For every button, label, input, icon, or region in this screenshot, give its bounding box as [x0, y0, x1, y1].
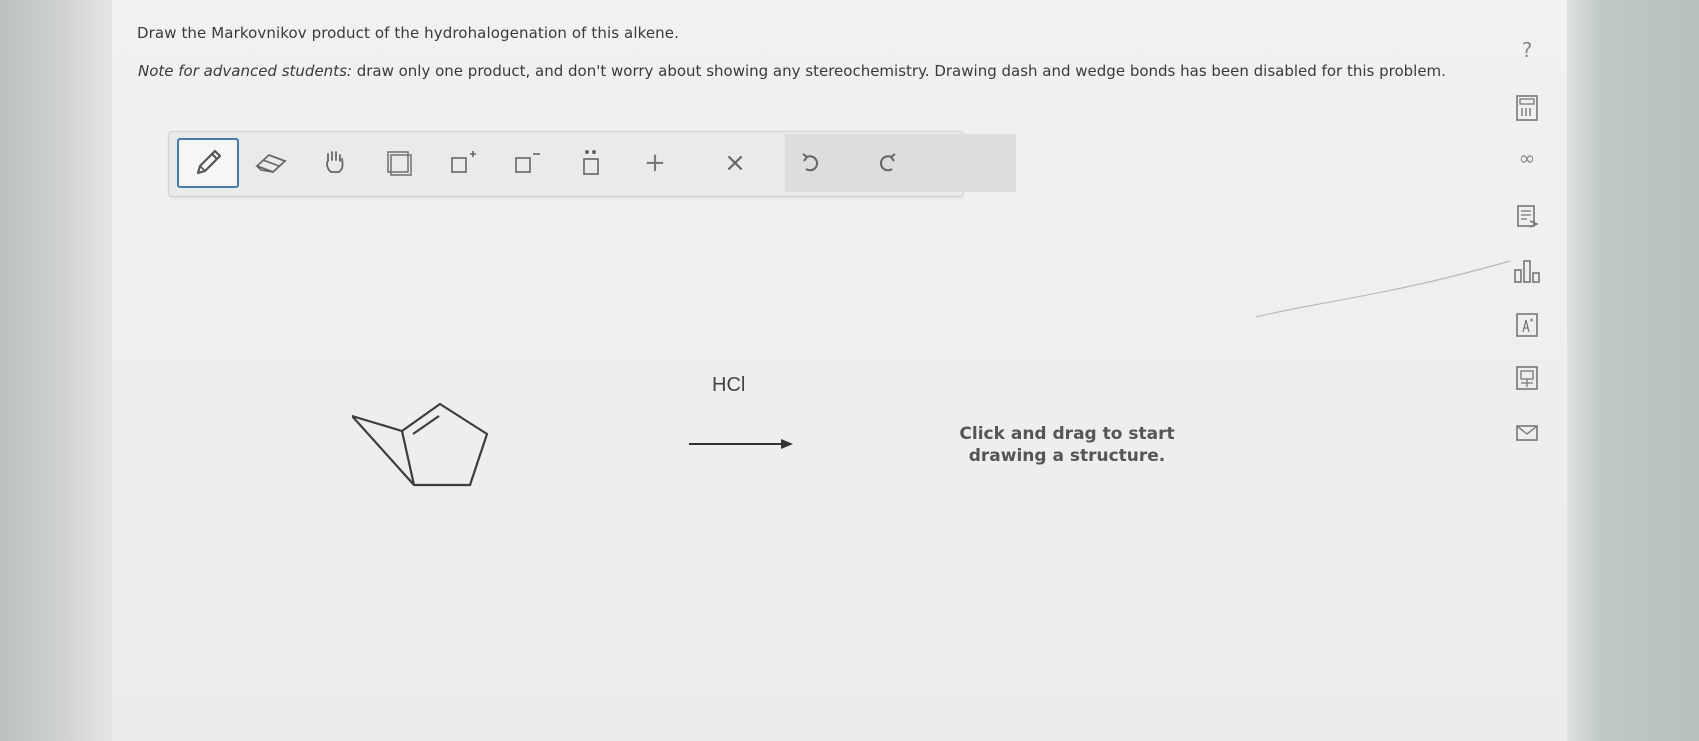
redo-icon [879, 153, 896, 172]
advanced-note: Note for advanced students: draw only on… [138, 62, 1498, 81]
lone-pair-icon [583, 150, 599, 175]
reaction-arrow [689, 439, 793, 449]
negative-charge-button[interactable] [497, 138, 557, 188]
mail-button[interactable] [1507, 422, 1547, 444]
stray-mark [1255, 260, 1511, 318]
pencil-icon [196, 149, 222, 175]
positive-charge-button[interactable] [433, 138, 493, 188]
plus-icon: + [644, 148, 666, 178]
undo-button[interactable] [781, 138, 841, 188]
periodic-link-button[interactable]: ∞ [1507, 146, 1547, 170]
template-icon [387, 151, 412, 176]
question-text: Draw the Markovnikov product of the hydr… [137, 24, 679, 42]
chart-button[interactable] [1507, 257, 1547, 285]
negative-charge-icon [515, 153, 540, 173]
alkene-structure [352, 402, 489, 487]
chart-icon [1514, 260, 1540, 283]
mail-icon [1516, 425, 1538, 441]
question-panel: Draw the Markovnikov product of the hydr… [112, 0, 1567, 741]
book-button[interactable] [1507, 203, 1547, 231]
periodic-table-icon [1516, 313, 1538, 337]
hand-icon [326, 151, 344, 173]
drawing-canvas-hint[interactable]: Click and drag to start drawing a struct… [922, 423, 1212, 467]
reagent-label: HCl [712, 374, 746, 396]
reference-icon [1516, 366, 1538, 390]
note-text: draw only one product, and don't worry a… [351, 62, 1446, 80]
delete-button[interactable]: × [705, 138, 765, 188]
eraser-icon [255, 153, 287, 174]
lone-pair-button[interactable] [561, 138, 621, 188]
undo-icon [802, 153, 819, 172]
eraser-tool-button[interactable] [241, 138, 301, 188]
reference-button[interactable] [1507, 364, 1547, 392]
infinity-icon: ∞ [1518, 146, 1536, 170]
pencil-tool-button[interactable] [177, 138, 239, 188]
calculator-button[interactable] [1507, 94, 1547, 122]
help-button[interactable]: ? [1507, 38, 1547, 62]
help-icon: ? [1521, 38, 1533, 62]
plus-button[interactable]: + [625, 138, 685, 188]
drawing-toolbar: + × [168, 131, 1016, 197]
book-icon [1517, 205, 1539, 228]
delete-icon: × [724, 148, 746, 178]
hint-line-1: Click and drag to start [959, 424, 1175, 444]
hint-line-2: drawing a structure. [968, 446, 1166, 466]
note-label: Note for advanced students: [138, 62, 352, 80]
template-tool-button[interactable] [369, 138, 429, 188]
positive-charge-icon [451, 151, 476, 173]
hand-tool-button[interactable] [305, 138, 365, 188]
periodic-table-button[interactable] [1507, 311, 1547, 339]
calculator-icon [1516, 95, 1538, 121]
redo-button[interactable] [857, 138, 917, 188]
